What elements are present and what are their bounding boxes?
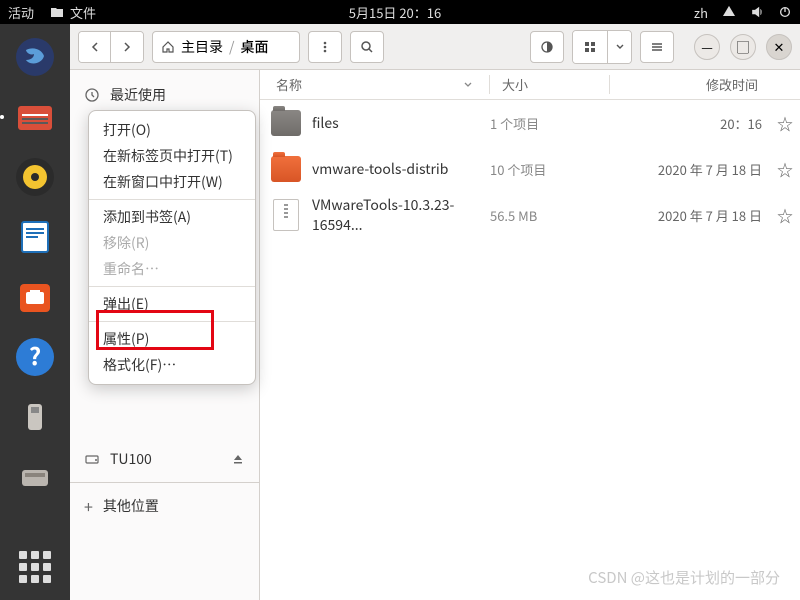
- breadcrumb-separator: /: [229, 37, 235, 57]
- file-name: vmware-tools-distrib: [312, 159, 490, 179]
- file-row[interactable]: VMwareTools-10.3.23-16594... 56.5 MB 202…: [260, 192, 800, 238]
- folder-icon: [271, 156, 301, 182]
- plus-icon: +: [84, 494, 93, 518]
- file-name: VMwareTools-10.3.23-16594...: [312, 195, 490, 235]
- file-size: 56.5 MB: [490, 206, 610, 225]
- app-name-label: 文件: [70, 3, 96, 22]
- menu-remove: 移除(R): [89, 230, 255, 256]
- maximize-button[interactable]: ▢: [730, 34, 756, 60]
- file-date: 2020 年 7 月 18 日: [610, 206, 770, 225]
- current-app-indicator[interactable]: 文件: [50, 3, 96, 22]
- dock-thunderbird[interactable]: [8, 30, 62, 84]
- watermark: CSDN @这也是计划的一部分: [588, 567, 780, 588]
- file-size: 1 个项目: [490, 114, 610, 133]
- chevron-right-icon: [121, 41, 133, 53]
- breadcrumb-current: 桌面: [241, 37, 269, 57]
- grid-icon: [583, 40, 597, 54]
- system-topbar: 活动 文件 5月15日 20：16 zh: [0, 0, 800, 24]
- menu-add-bookmark[interactable]: 添加到书签(A): [89, 204, 255, 230]
- nav-forward-button[interactable]: [111, 32, 143, 62]
- toggle-button[interactable]: [530, 31, 564, 63]
- file-row[interactable]: files 1 个项目 20：16 ☆: [260, 100, 800, 146]
- chevron-down-icon: [615, 42, 625, 52]
- dock-files[interactable]: [8, 90, 62, 144]
- file-date: 20：16: [610, 114, 770, 133]
- archive-icon: [273, 199, 299, 231]
- dock-drive[interactable]: [8, 450, 62, 504]
- menu-eject[interactable]: 弹出(E): [89, 291, 255, 317]
- file-list-area: 名称 大小 修改时间 files 1 个项目 20：16 ☆ vmware-to…: [260, 70, 800, 600]
- close-button[interactable]: ✕: [766, 34, 792, 60]
- datetime-label[interactable]: 5月15日 20：16: [96, 3, 694, 22]
- chevron-left-icon: [89, 41, 101, 53]
- hamburger-menu-button[interactable]: [640, 31, 674, 63]
- dock-help[interactable]: ?: [8, 330, 62, 384]
- sidebar-recent[interactable]: 最近使用: [70, 78, 259, 112]
- sidebar-label: TU100: [110, 449, 152, 469]
- breadcrumb[interactable]: 主目录 / 桌面: [152, 31, 300, 63]
- file-size: 10 个项目: [490, 160, 610, 179]
- sidebar-device-tu100[interactable]: TU100: [70, 442, 259, 476]
- home-icon: [161, 40, 175, 54]
- sort-down-icon: [463, 80, 473, 90]
- context-menu: 打开(O) 在新标签页中打开(T) 在新窗口中打开(W) 添加到书签(A) 移除…: [88, 110, 256, 385]
- column-name[interactable]: 名称: [260, 75, 490, 94]
- contrast-icon: [540, 40, 554, 54]
- clock-icon: [84, 87, 100, 103]
- file-name: files: [312, 113, 490, 133]
- eject-icon[interactable]: [231, 452, 245, 466]
- dock: ?: [0, 24, 70, 600]
- menu-open-window[interactable]: 在新窗口中打开(W): [89, 169, 255, 195]
- svg-text:?: ?: [29, 337, 41, 372]
- column-headers: 名称 大小 修改时间: [260, 70, 800, 100]
- hamburger-icon: [650, 40, 664, 54]
- star-button[interactable]: ☆: [770, 111, 800, 135]
- column-date[interactable]: 修改时间: [610, 75, 770, 94]
- network-icon[interactable]: [722, 5, 736, 19]
- nav-back-button[interactable]: [79, 32, 111, 62]
- search-button[interactable]: [350, 31, 384, 63]
- file-date: 2020 年 7 月 18 日: [610, 160, 770, 179]
- search-icon: [360, 40, 374, 54]
- dock-usb-device[interactable]: [8, 390, 62, 444]
- column-size[interactable]: 大小: [490, 75, 610, 94]
- sidebar-label: 其他位置: [103, 496, 159, 516]
- dock-apps[interactable]: [8, 540, 62, 594]
- dock-rhythmbox[interactable]: [8, 150, 62, 204]
- menu-open[interactable]: 打开(O): [89, 117, 255, 143]
- more-options-button[interactable]: [308, 31, 342, 63]
- grid-view-button[interactable]: [573, 31, 607, 63]
- star-button[interactable]: ☆: [770, 203, 800, 227]
- star-button[interactable]: ☆: [770, 157, 800, 181]
- folder-icon: [50, 6, 64, 18]
- toolbar: 主目录 / 桌面 — ▢ ✕: [70, 24, 800, 70]
- breadcrumb-home[interactable]: 主目录: [181, 37, 223, 57]
- kebab-icon: [318, 40, 332, 54]
- menu-open-tab[interactable]: 在新标签页中打开(T): [89, 143, 255, 169]
- file-row[interactable]: vmware-tools-distrib 10 个项目 2020 年 7 月 1…: [260, 146, 800, 192]
- input-language[interactable]: zh: [694, 3, 708, 22]
- drive-icon: [84, 451, 100, 467]
- view-dropdown-button[interactable]: [607, 31, 631, 63]
- folder-icon: [271, 110, 301, 136]
- sidebar-label: 最近使用: [110, 85, 166, 105]
- dock-software[interactable]: [8, 270, 62, 324]
- menu-format[interactable]: 格式化(F)…: [89, 352, 255, 378]
- menu-properties[interactable]: 属性(P): [89, 326, 255, 352]
- activities-button[interactable]: 活动: [8, 3, 34, 22]
- sidebar-other-locations[interactable]: + 其他位置: [70, 489, 259, 523]
- power-icon[interactable]: [778, 5, 792, 19]
- menu-rename: 重命名…: [89, 256, 255, 282]
- minimize-button[interactable]: —: [694, 34, 720, 60]
- volume-icon[interactable]: [750, 5, 764, 19]
- dock-libreoffice[interactable]: [8, 210, 62, 264]
